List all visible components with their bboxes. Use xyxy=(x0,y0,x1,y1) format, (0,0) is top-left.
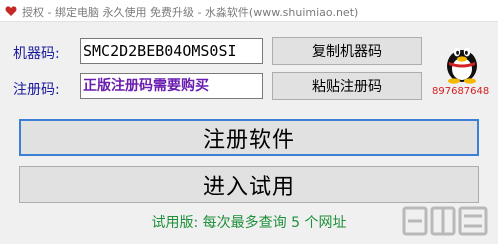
register-button[interactable]: 注册软件 xyxy=(19,119,479,156)
heart-icon xyxy=(5,6,17,17)
machine-code-field[interactable]: SMC2D2BEB04OMS0SI xyxy=(80,38,263,64)
reg-code-value: 正版注册码需要购买 xyxy=(83,78,209,94)
paste-reg-code-button[interactable]: 粘贴注册码 xyxy=(272,72,422,100)
machine-code-value: SMC2D2BEB04OMS0SI xyxy=(83,42,237,60)
window-title: 授权 - 绑定电脑 永久使用 免费升级 - 水淼软件(www.shuimiao.… xyxy=(22,6,359,19)
qq-number: 897687648 xyxy=(432,86,490,97)
qq-penguin-icon[interactable] xyxy=(443,40,481,84)
machine-code-label: 机器码: xyxy=(13,46,60,62)
copy-machine-code-button[interactable]: 复制机器码 xyxy=(272,37,422,65)
reg-code-label: 注册码: xyxy=(13,82,60,98)
title-bar: 授权 - 绑定电脑 永久使用 免费升级 - 水淼软件(www.shuimiao.… xyxy=(0,0,498,22)
trial-button[interactable]: 进入试用 xyxy=(19,166,479,203)
watermark-logo xyxy=(402,206,488,236)
reg-code-field[interactable]: 正版注册码需要购买 xyxy=(80,73,263,99)
